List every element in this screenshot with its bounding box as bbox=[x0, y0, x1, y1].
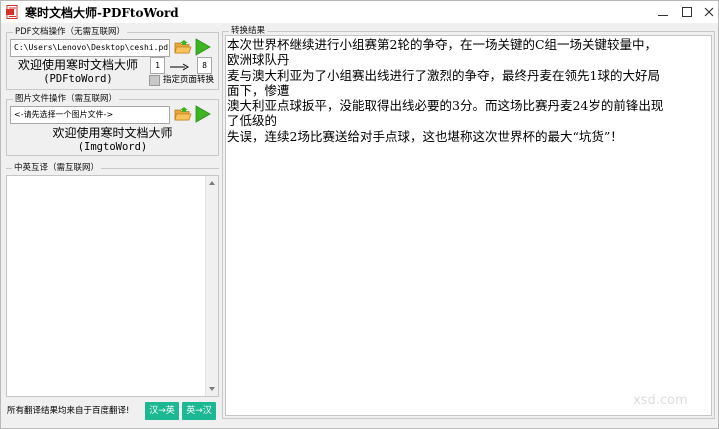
translate-group-label: 中英互译（需互联网） bbox=[12, 162, 102, 174]
result-line: 本次世界杯继续进行小组赛第2轮的争夺，在一场关键的C组一场关键较量中， bbox=[227, 37, 658, 52]
open-folder-icon[interactable] bbox=[174, 39, 192, 55]
cn-to-en-button[interactable]: 汉→英 bbox=[145, 402, 179, 420]
open-folder-icon[interactable] bbox=[174, 106, 192, 122]
page-range-checkbox[interactable] bbox=[149, 75, 160, 86]
image-welcome-title: 欢迎使用寒时文档大师 (ImgtoWord) bbox=[52, 126, 173, 153]
title-bar: 寒时文档大师-PDFtoWord bbox=[1, 1, 718, 23]
image-operation-group: 图片文件操作（需互联网） <-请先选择一个图片文件-> 欢迎使用寒时文档大师 (… bbox=[6, 93, 219, 156]
image-group-label: 图片文件操作（需互联网） bbox=[13, 93, 120, 105]
play-icon[interactable] bbox=[195, 105, 211, 123]
result-textarea[interactable]: 本次世界杯继续进行小组赛第2轮的争夺，在一场关键的C组一场关键较量中， 欧洲球队丹… bbox=[225, 35, 712, 416]
translate-group: 中英互译（需互联网） bbox=[6, 162, 219, 174]
page-from-field[interactable]: 1 bbox=[150, 57, 165, 74]
result-line: 失误，连续2场比赛送给对手点球，这也堪称这次世界杯的最大“坑货”！ bbox=[227, 128, 623, 144]
right-arrow-icon bbox=[170, 61, 189, 74]
maximize-button[interactable] bbox=[676, 3, 698, 21]
translate-scrollbar[interactable] bbox=[205, 176, 218, 396]
result-line: 麦与澳大利亚为了小组赛出线进行了激烈的争夺，最终丹麦在领先1球的大好局 bbox=[227, 67, 660, 83]
result-line: 澳大利亚点球扳平，没能取得出线必要的3分。而这场比赛丹麦24岁的前锋出现 bbox=[227, 98, 664, 114]
page-range-checkbox-label: 指定页面转换 bbox=[163, 75, 215, 85]
en-to-cn-button[interactable]: 英→汉 bbox=[182, 402, 216, 420]
page-to-field[interactable]: 8 bbox=[197, 57, 212, 74]
translate-input[interactable] bbox=[6, 175, 219, 397]
play-icon[interactable] bbox=[195, 38, 211, 56]
scroll-down-icon[interactable] bbox=[209, 387, 215, 391]
app-window: 寒时文档大师-PDFtoWord PDF文档操作（无需互联网） C:\Users… bbox=[0, 0, 719, 429]
pdf-welcome-title: 欢迎使用寒时文档大师 (PDFtoWord) bbox=[17, 58, 138, 85]
pdf-group-label: PDF文档操作（无需互联网） bbox=[13, 26, 128, 38]
window-title: 寒时文档大师-PDFtoWord bbox=[25, 6, 179, 20]
result-line: 面下，惨遭 bbox=[227, 82, 290, 98]
result-line: 欧洲球队丹 bbox=[227, 52, 290, 68]
result-text: 本次世界杯继续进行小组赛第2轮的争夺，在一场关键的C组一场关键较量中， 欧洲球队丹… bbox=[227, 37, 710, 144]
watermark: xsd.com bbox=[633, 393, 688, 408]
image-path-field[interactable]: <-请先选择一个图片文件-> bbox=[10, 106, 170, 124]
scroll-up-icon[interactable] bbox=[209, 181, 215, 185]
pdf-path-field[interactable]: C:\Users\Lenovo\Desktop\ceshi.pdf bbox=[10, 39, 170, 57]
translation-source-note: 所有翻译结果均来自于百度翻译! bbox=[7, 406, 130, 416]
close-button[interactable] bbox=[698, 3, 719, 21]
result-line: 了低级的 bbox=[227, 113, 278, 129]
document-app-icon bbox=[6, 5, 19, 19]
minimize-button[interactable] bbox=[652, 3, 674, 21]
